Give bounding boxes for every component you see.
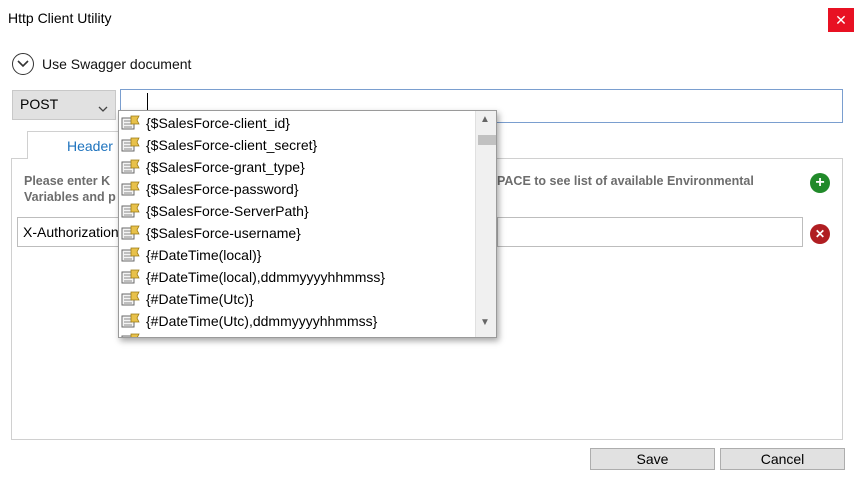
autocomplete-item[interactable]: {$SalesForce-ServerPath}	[119, 200, 474, 222]
variable-icon	[121, 246, 141, 264]
variable-icon	[121, 180, 141, 198]
swagger-label: Use Swagger document	[42, 56, 192, 72]
autocomplete-item[interactable]: {$SalesForce-password}	[119, 178, 474, 200]
autocomplete-item-label: {$SalesForce-password}	[146, 181, 299, 197]
autocomplete-item-label: {$SalesForce-ServerPath}	[146, 203, 309, 219]
autocomplete-item[interactable]: {$SalesForce-client_secret}	[119, 134, 474, 156]
window-title: Http Client Utility	[8, 10, 112, 26]
plus-icon: +	[815, 174, 825, 191]
scrollbar-thumb[interactable]	[478, 135, 496, 145]
method-select[interactable]: POST	[12, 90, 116, 120]
header-key-input[interactable]: X-Authorization	[17, 217, 127, 247]
autocomplete-item-label: {#DateTime(Utc),ddmmyyyyhhmmss}	[146, 313, 378, 329]
close-icon: ✕	[835, 12, 847, 28]
autocomplete-item[interactable]: {$SalesForce-grant_type}	[119, 156, 474, 178]
variable-icon	[121, 136, 141, 154]
cancel-button[interactable]: Cancel	[720, 448, 845, 470]
variable-icon	[121, 332, 141, 337]
variable-icon	[121, 290, 141, 308]
variable-icon	[121, 224, 141, 242]
hint-text-left-1: Please enter K	[24, 174, 111, 188]
autocomplete-item-label: {#DateTime(Utc)}	[146, 291, 254, 307]
autocomplete-item-label: {$SalesForce-username}	[146, 225, 301, 241]
autocomplete-item-label: {#DateTime(local)}	[146, 247, 262, 263]
variable-icon	[121, 202, 141, 220]
autocomplete-item[interactable]: {#DateTime(local)}	[119, 244, 474, 266]
autocomplete-item-label: {$SalesForce-client_secret}	[146, 137, 318, 153]
tab-header-label: Header	[67, 138, 113, 154]
autocomplete-dropdown: {$SalesForce-client_id} {$SalesForce-clie…	[118, 110, 497, 338]
scrollbar[interactable]: ▲ ▼	[475, 111, 496, 337]
autocomplete-item[interactable]: {#DateTime(local),ddmmyyyyhhmmss}	[119, 266, 474, 288]
remove-icon: ✕	[814, 227, 826, 241]
chevron-down-icon[interactable]	[12, 53, 34, 75]
variable-icon	[121, 114, 141, 132]
remove-header-button[interactable]: ✕	[810, 224, 830, 244]
chevron-up-icon[interactable]: ▲	[480, 114, 490, 125]
chevron-down-icon[interactable]: ▼	[480, 317, 490, 328]
tab-header[interactable]: Header	[27, 131, 127, 159]
autocomplete-item[interactable]: {#DateTime(Utc)}	[119, 288, 474, 310]
add-header-button[interactable]: +	[810, 173, 830, 193]
autocomplete-item-label: {$SalesForce-client_id}	[146, 115, 290, 131]
autocomplete-item[interactable]: {$SalesForce-username}	[119, 222, 474, 244]
save-button[interactable]: Save	[590, 448, 715, 470]
autocomplete-item-label: {#DateTime(local),ddmmyyyyhhmmss}	[146, 269, 386, 285]
variable-icon	[121, 312, 141, 330]
method-value: POST	[20, 96, 59, 112]
chevron-down-icon	[98, 99, 108, 115]
header-key-value: X-Authorization	[23, 224, 119, 240]
autocomplete-item-label: {$SalesForce-grant_type}	[146, 159, 305, 175]
close-button[interactable]: ✕	[828, 8, 854, 32]
variable-icon	[121, 158, 141, 176]
variable-icon	[121, 268, 141, 286]
hint-text-right-1: PACE to see list of available Environmen…	[497, 174, 754, 188]
autocomplete-item[interactable]: {$SalesForce-client_id}	[119, 112, 474, 134]
swagger-toggle[interactable]: Use Swagger document	[12, 53, 191, 75]
hint-text-left-2: Variables and p	[24, 190, 116, 204]
header-value-input[interactable]	[497, 217, 803, 247]
autocomplete-item[interactable]: {#DateTime(Utc),ddmmyyyyhhmmss}	[119, 310, 474, 332]
